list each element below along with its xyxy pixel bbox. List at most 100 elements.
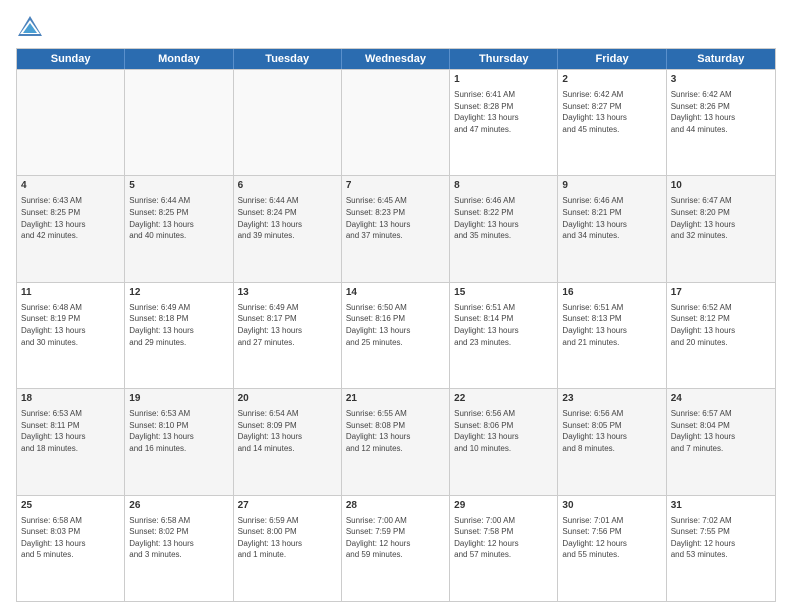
day-info: Sunrise: 6:56 AM Sunset: 8:06 PM Dayligh… [454, 408, 553, 454]
day-info: Sunrise: 7:02 AM Sunset: 7:55 PM Dayligh… [671, 515, 771, 561]
day-info: Sunrise: 6:53 AM Sunset: 8:11 PM Dayligh… [21, 408, 120, 454]
day-number: 1 [454, 73, 553, 87]
day-info: Sunrise: 6:58 AM Sunset: 8:02 PM Dayligh… [129, 515, 228, 561]
calendar-day-4: 4 Sunrise: 6:43 AM Sunset: 8:25 PM Daylig… [17, 176, 125, 281]
calendar-row-2: 4 Sunrise: 6:43 AM Sunset: 8:25 PM Daylig… [17, 175, 775, 281]
day-number: 24 [671, 392, 771, 406]
day-number: 10 [671, 179, 771, 193]
day-info: Sunrise: 6:54 AM Sunset: 8:09 PM Dayligh… [238, 408, 337, 454]
calendar-day-17: 17 Sunrise: 6:52 AM Sunset: 8:12 PM Dayli… [667, 283, 775, 388]
day-number: 7 [346, 179, 445, 193]
weekday-header-tuesday: Tuesday [234, 49, 342, 69]
calendar-day-13: 13 Sunrise: 6:49 AM Sunset: 8:17 PM Dayli… [234, 283, 342, 388]
calendar-day-6: 6 Sunrise: 6:44 AM Sunset: 8:24 PM Daylig… [234, 176, 342, 281]
day-number: 5 [129, 179, 228, 193]
day-number: 30 [562, 499, 661, 513]
calendar-day-14: 14 Sunrise: 6:50 AM Sunset: 8:16 PM Dayli… [342, 283, 450, 388]
day-number: 18 [21, 392, 120, 406]
calendar-day-28: 28 Sunrise: 7:00 AM Sunset: 7:59 PM Dayli… [342, 496, 450, 601]
calendar-day-29: 29 Sunrise: 7:00 AM Sunset: 7:58 PM Dayli… [450, 496, 558, 601]
calendar-day-24: 24 Sunrise: 6:57 AM Sunset: 8:04 PM Dayli… [667, 389, 775, 494]
day-info: Sunrise: 7:00 AM Sunset: 7:59 PM Dayligh… [346, 515, 445, 561]
day-info: Sunrise: 6:59 AM Sunset: 8:00 PM Dayligh… [238, 515, 337, 561]
calendar-day-26: 26Sunrise: 6:58 AM Sunset: 8:02 PM Dayli… [125, 496, 233, 601]
calendar-day-30: 30 Sunrise: 7:01 AM Sunset: 7:56 PM Dayli… [558, 496, 666, 601]
day-info: Sunrise: 6:45 AM Sunset: 8:23 PM Dayligh… [346, 195, 445, 241]
day-info: Sunrise: 6:49 AM Sunset: 8:17 PM Dayligh… [238, 302, 337, 348]
day-number: 9 [562, 179, 661, 193]
calendar: SundayMondayTuesdayWednesdayThursdayFrid… [16, 48, 776, 602]
day-number: 16 [562, 286, 661, 300]
calendar-empty-cell [17, 70, 125, 175]
calendar-day-11: 11Sunrise: 6:48 AM Sunset: 8:19 PM Dayli… [17, 283, 125, 388]
calendar-row-4: 18 Sunrise: 6:53 AM Sunset: 8:11 PM Dayli… [17, 388, 775, 494]
weekday-header-sunday: Sunday [17, 49, 125, 69]
weekday-header-saturday: Saturday [667, 49, 775, 69]
logo [16, 12, 48, 40]
calendar-day-15: 15Sunrise: 6:51 AM Sunset: 8:14 PM Dayli… [450, 283, 558, 388]
calendar-day-10: 10 Sunrise: 6:47 AM Sunset: 8:20 PM Dayli… [667, 176, 775, 281]
day-info: Sunrise: 6:43 AM Sunset: 8:25 PM Dayligh… [21, 195, 120, 241]
page-header [16, 12, 776, 40]
day-number: 31 [671, 499, 771, 513]
day-number: 12 [129, 286, 228, 300]
day-number: 20 [238, 392, 337, 406]
calendar-header: SundayMondayTuesdayWednesdayThursdayFrid… [17, 49, 775, 69]
calendar-row-1: 1 Sunrise: 6:41 AM Sunset: 8:28 PM Daylig… [17, 69, 775, 175]
day-info: Sunrise: 6:58 AM Sunset: 8:03 PM Dayligh… [21, 515, 120, 561]
day-number: 11 [21, 286, 120, 300]
calendar-day-1: 1 Sunrise: 6:41 AM Sunset: 8:28 PM Daylig… [450, 70, 558, 175]
page-container: SundayMondayTuesdayWednesdayThursdayFrid… [0, 0, 792, 612]
day-info: Sunrise: 6:47 AM Sunset: 8:20 PM Dayligh… [671, 195, 771, 241]
day-info: Sunrise: 6:50 AM Sunset: 8:16 PM Dayligh… [346, 302, 445, 348]
day-info: Sunrise: 6:57 AM Sunset: 8:04 PM Dayligh… [671, 408, 771, 454]
day-info: Sunrise: 6:56 AM Sunset: 8:05 PM Dayligh… [562, 408, 661, 454]
day-number: 4 [21, 179, 120, 193]
calendar-day-20: 20 Sunrise: 6:54 AM Sunset: 8:09 PM Dayli… [234, 389, 342, 494]
day-info: Sunrise: 6:44 AM Sunset: 8:25 PM Dayligh… [129, 195, 228, 241]
day-info: Sunrise: 7:01 AM Sunset: 7:56 PM Dayligh… [562, 515, 661, 561]
day-info: Sunrise: 6:46 AM Sunset: 8:22 PM Dayligh… [454, 195, 553, 241]
calendar-day-22: 22 Sunrise: 6:56 AM Sunset: 8:06 PM Dayli… [450, 389, 558, 494]
calendar-day-2: 2Sunrise: 6:42 AM Sunset: 8:27 PM Daylig… [558, 70, 666, 175]
calendar-day-12: 12Sunrise: 6:49 AM Sunset: 8:18 PM Dayli… [125, 283, 233, 388]
day-info: Sunrise: 6:46 AM Sunset: 8:21 PM Dayligh… [562, 195, 661, 241]
day-info: Sunrise: 6:42 AM Sunset: 8:26 PM Dayligh… [671, 89, 771, 135]
day-number: 28 [346, 499, 445, 513]
day-info: Sunrise: 6:52 AM Sunset: 8:12 PM Dayligh… [671, 302, 771, 348]
day-number: 21 [346, 392, 445, 406]
calendar-day-31: 31 Sunrise: 7:02 AM Sunset: 7:55 PM Dayli… [667, 496, 775, 601]
day-info: Sunrise: 6:41 AM Sunset: 8:28 PM Dayligh… [454, 89, 553, 135]
day-number: 29 [454, 499, 553, 513]
weekday-header-thursday: Thursday [450, 49, 558, 69]
calendar-day-21: 21Sunrise: 6:55 AM Sunset: 8:08 PM Dayli… [342, 389, 450, 494]
calendar-day-7: 7 Sunrise: 6:45 AM Sunset: 8:23 PM Daylig… [342, 176, 450, 281]
day-info: Sunrise: 7:00 AM Sunset: 7:58 PM Dayligh… [454, 515, 553, 561]
weekday-header-wednesday: Wednesday [342, 49, 450, 69]
calendar-day-19: 19Sunrise: 6:53 AM Sunset: 8:10 PM Dayli… [125, 389, 233, 494]
day-info: Sunrise: 6:44 AM Sunset: 8:24 PM Dayligh… [238, 195, 337, 241]
day-number: 22 [454, 392, 553, 406]
day-info: Sunrise: 6:51 AM Sunset: 8:13 PM Dayligh… [562, 302, 661, 348]
weekday-header-friday: Friday [558, 49, 666, 69]
calendar-day-25: 25Sunrise: 6:58 AM Sunset: 8:03 PM Dayli… [17, 496, 125, 601]
calendar-empty-cell [342, 70, 450, 175]
calendar-day-5: 5 Sunrise: 6:44 AM Sunset: 8:25 PM Daylig… [125, 176, 233, 281]
day-number: 6 [238, 179, 337, 193]
day-number: 14 [346, 286, 445, 300]
calendar-row-3: 11Sunrise: 6:48 AM Sunset: 8:19 PM Dayli… [17, 282, 775, 388]
day-number: 13 [238, 286, 337, 300]
calendar-day-9: 9 Sunrise: 6:46 AM Sunset: 8:21 PM Daylig… [558, 176, 666, 281]
day-info: Sunrise: 6:53 AM Sunset: 8:10 PM Dayligh… [129, 408, 228, 454]
day-number: 17 [671, 286, 771, 300]
day-number: 23 [562, 392, 661, 406]
day-number: 2 [562, 73, 661, 87]
calendar-empty-cell [234, 70, 342, 175]
calendar-empty-cell [125, 70, 233, 175]
calendar-row-5: 25Sunrise: 6:58 AM Sunset: 8:03 PM Dayli… [17, 495, 775, 601]
day-info: Sunrise: 6:51 AM Sunset: 8:14 PM Dayligh… [454, 302, 553, 348]
calendar-body: 1 Sunrise: 6:41 AM Sunset: 8:28 PM Daylig… [17, 69, 775, 601]
calendar-day-16: 16 Sunrise: 6:51 AM Sunset: 8:13 PM Dayli… [558, 283, 666, 388]
weekday-header-monday: Monday [125, 49, 233, 69]
calendar-day-23: 23 Sunrise: 6:56 AM Sunset: 8:05 PM Dayli… [558, 389, 666, 494]
